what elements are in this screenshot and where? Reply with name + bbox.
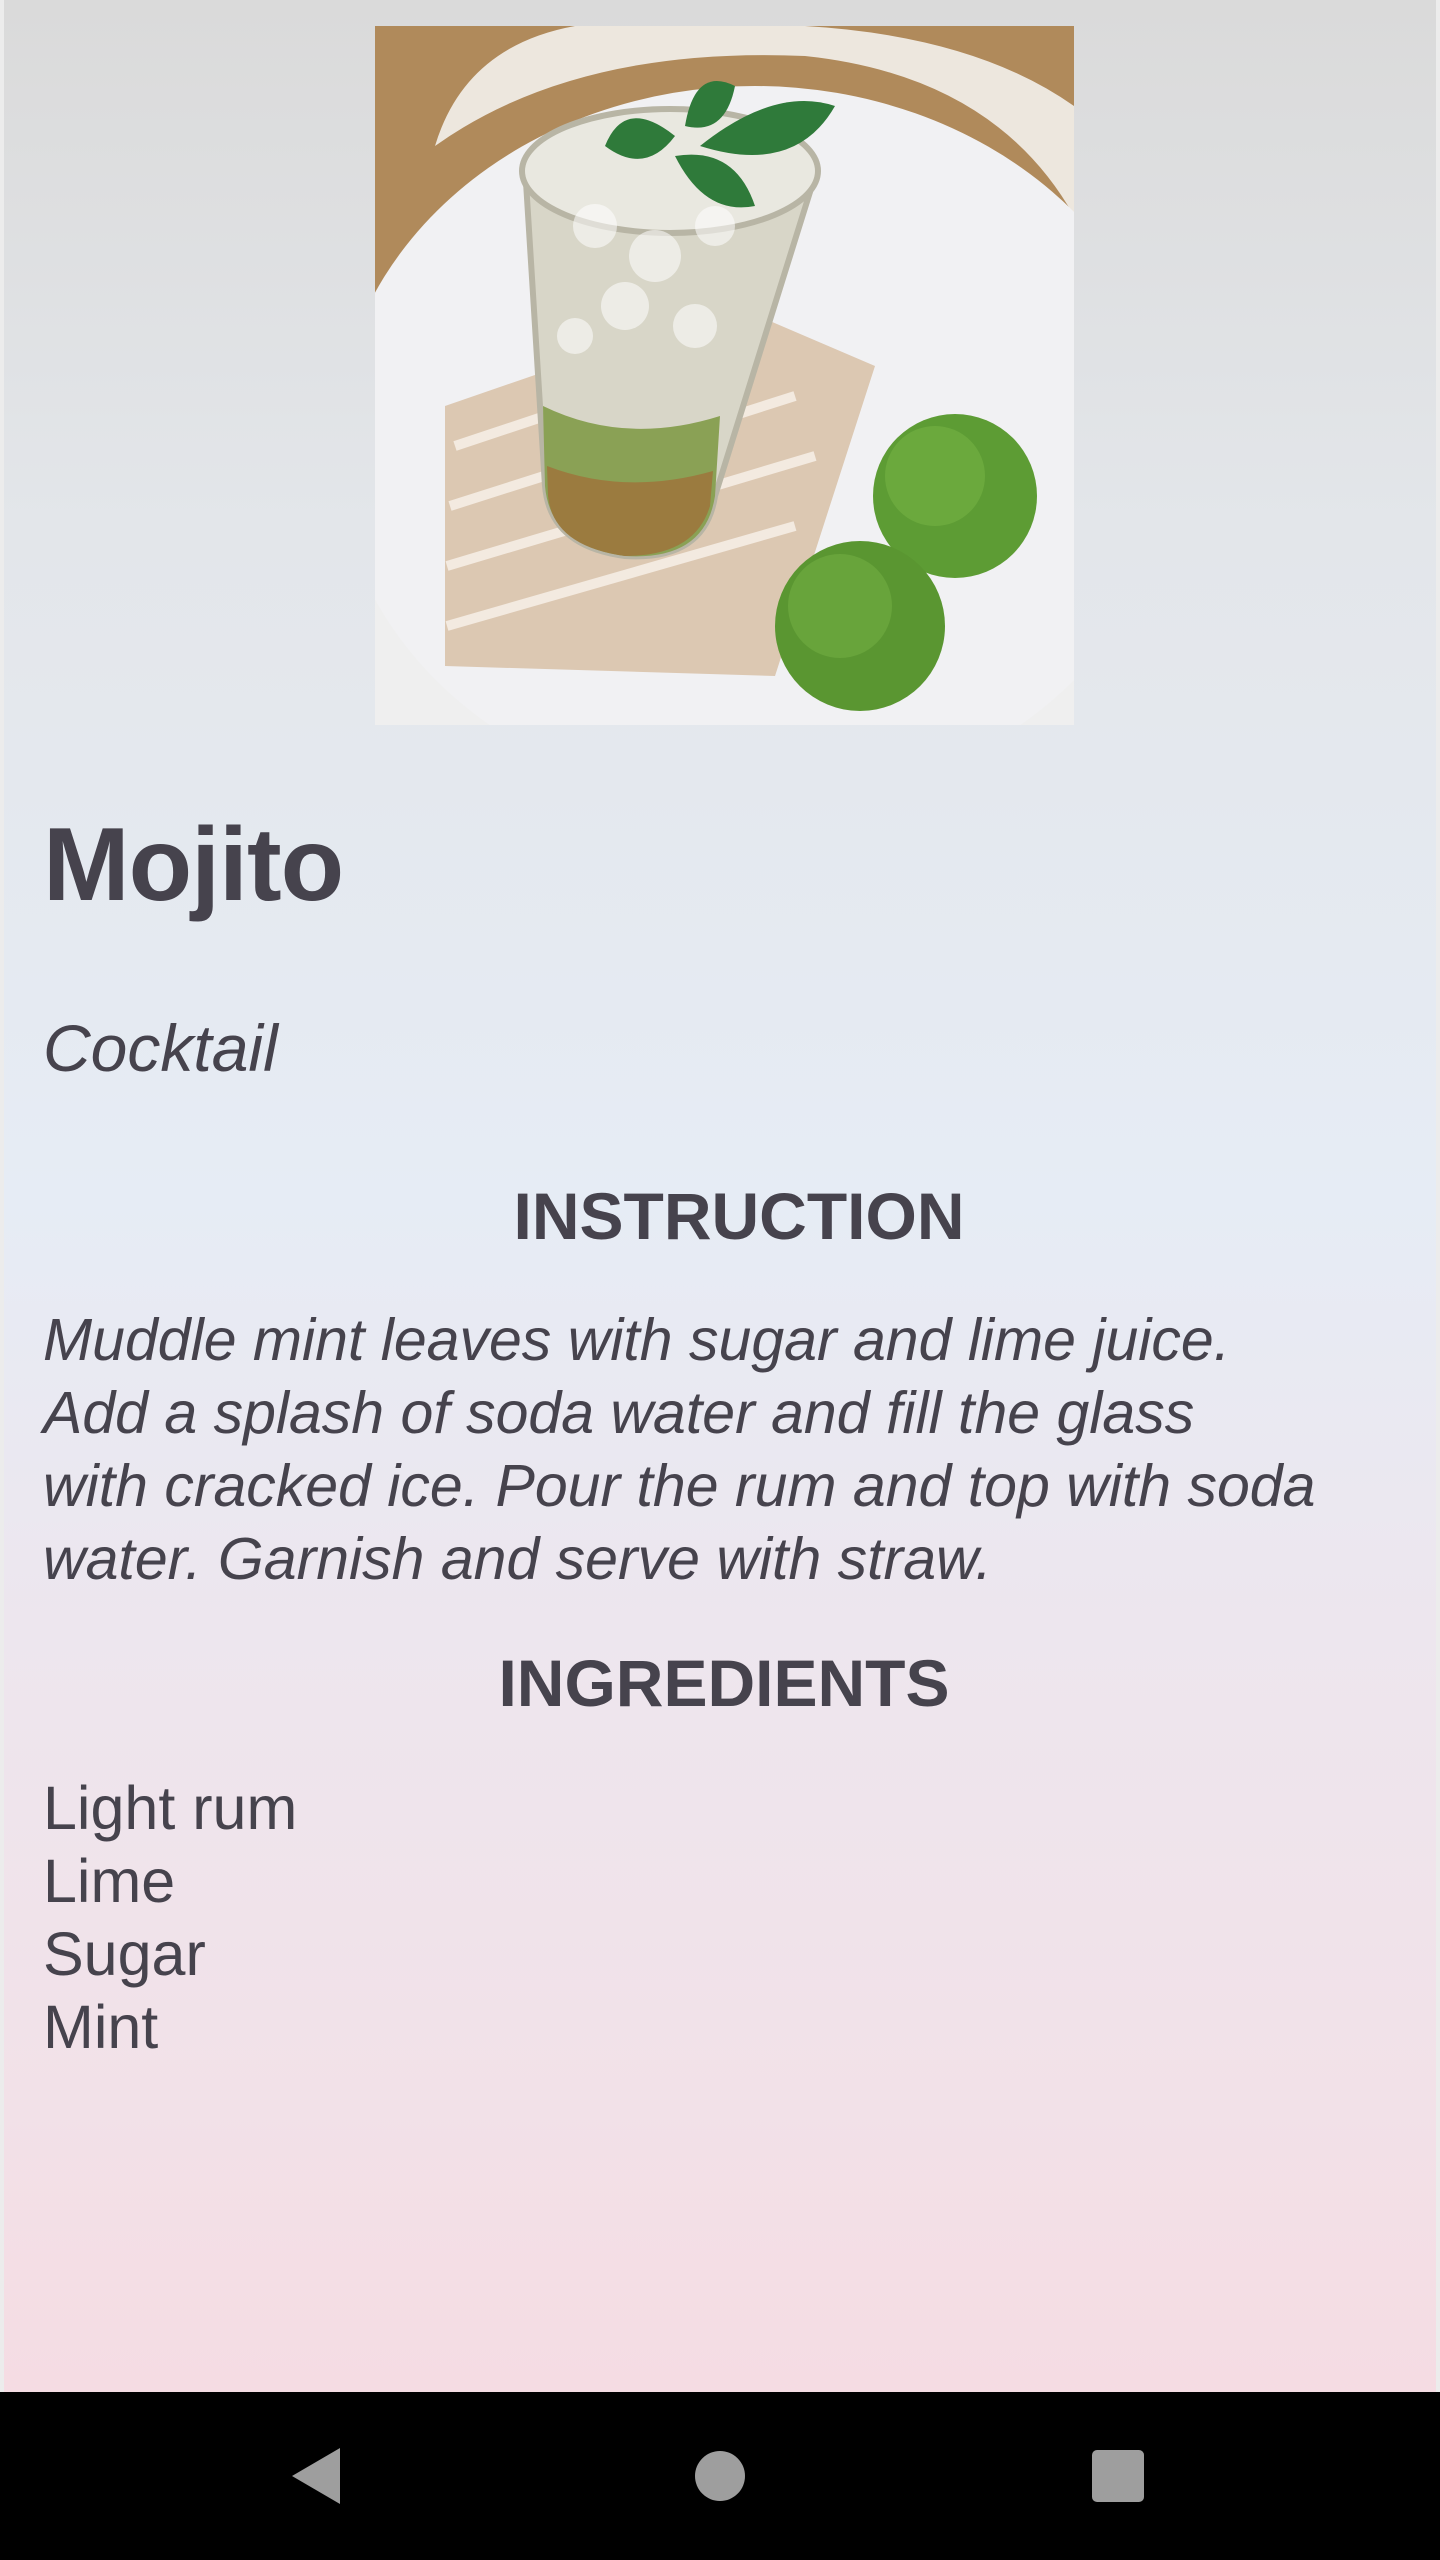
instruction-heading: INSTRUCTION (513, 1179, 965, 1253)
drink-name: Mojito (43, 807, 344, 923)
ingredient-item: Light rum (43, 1774, 298, 1842)
back-button[interactable] (232, 2392, 400, 2560)
drink-category: Cocktail (43, 1011, 278, 1085)
back-triangle-icon (292, 2448, 340, 2504)
ingredient-item: Sugar (43, 1920, 206, 1988)
recents-square-icon (1092, 2450, 1144, 2502)
drink-detail-screen: Mojito Cocktail INSTRUCTION Muddle mint … (0, 0, 1440, 2392)
instructions-line: Muddle mint leaves with sugar and lime j… (43, 1307, 1231, 1373)
recents-button[interactable] (1034, 2392, 1202, 2560)
instructions-line: with cracked ice. Pour the rum and top w… (43, 1453, 1316, 1519)
instructions-line: water. Garnish and serve with straw. (43, 1526, 992, 1592)
home-button[interactable] (636, 2392, 804, 2560)
ingredient-item: Mint (43, 1993, 159, 2061)
home-circle-icon (695, 2451, 745, 2501)
ingredient-item: Lime (43, 1847, 176, 1915)
ingredients-heading: INGREDIENTS (498, 1646, 950, 1720)
system-navigation-bar (0, 2392, 1440, 2560)
instructions-text: Muddle mint leaves with sugar and lime j… (43, 1304, 1423, 1596)
drink-photo (375, 26, 1074, 725)
ingredients-list: Light rum Lime Sugar Mint (43, 1772, 297, 2064)
instructions-line: Add a splash of soda water and fill the … (43, 1380, 1195, 1446)
